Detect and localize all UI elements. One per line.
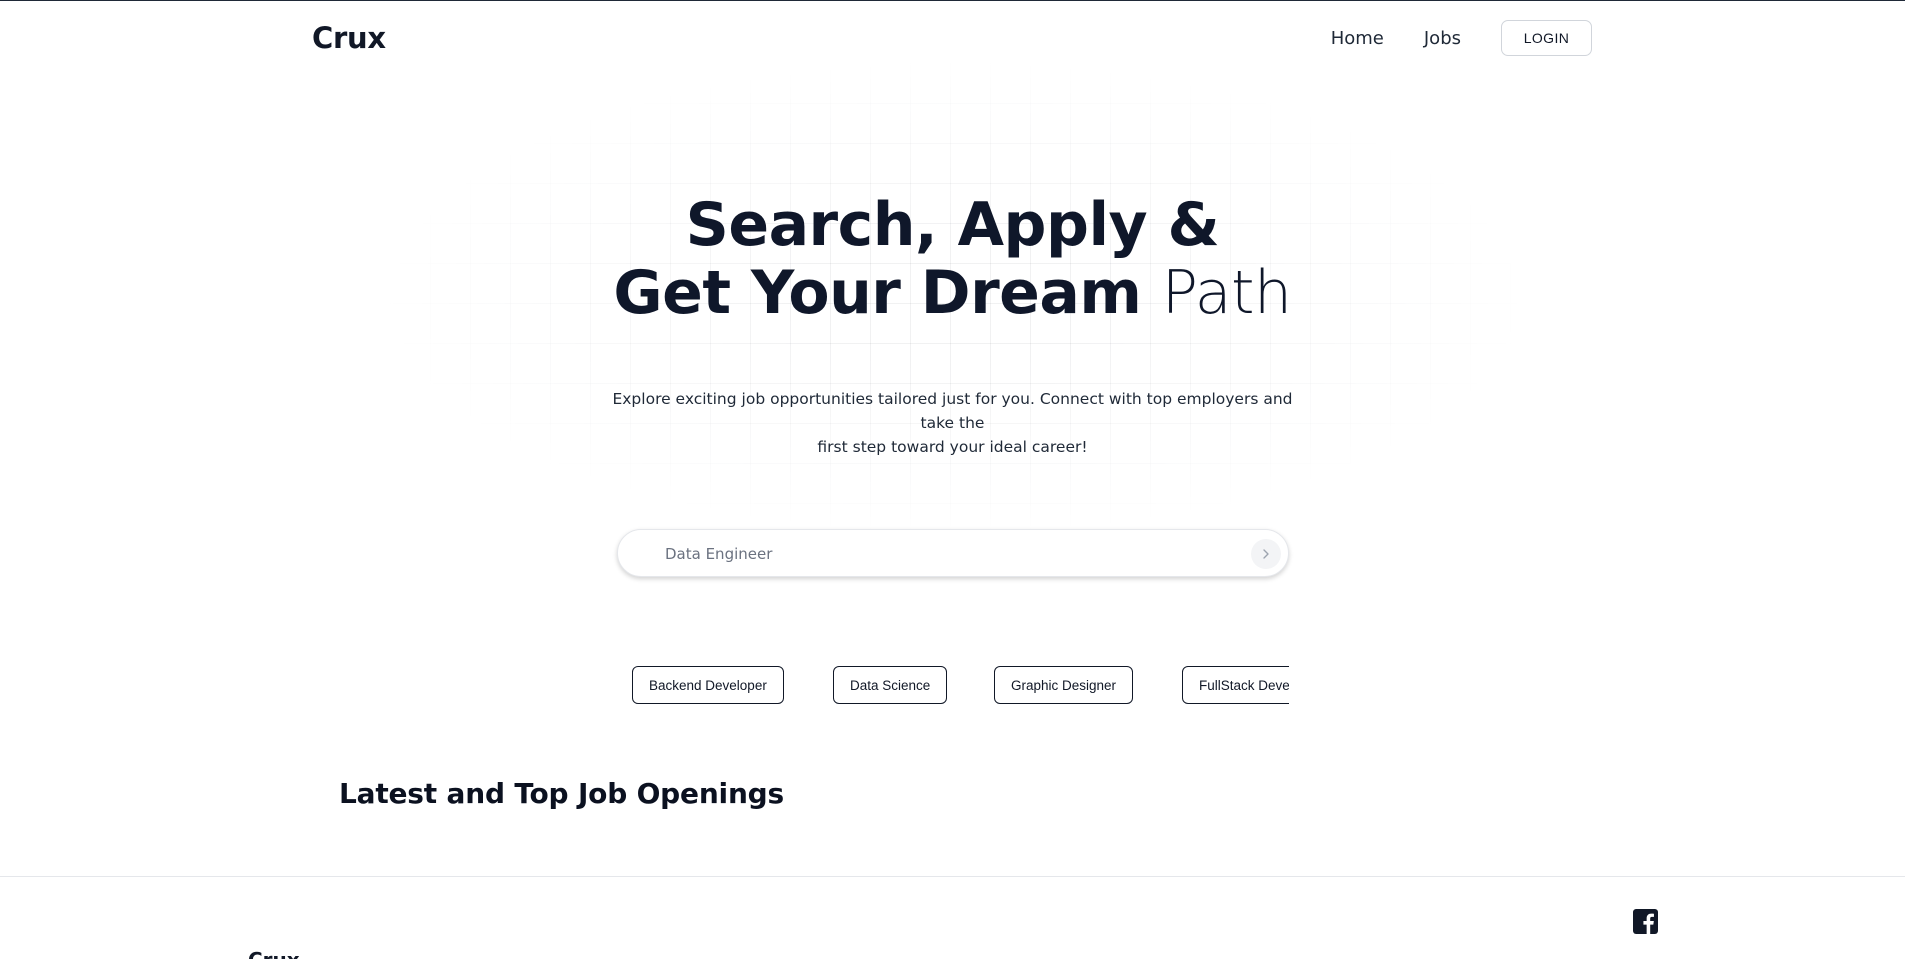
- latest-jobs-heading: Latest and Top Job Openings: [339, 777, 784, 810]
- hero-subtitle-line1: Explore exciting job opportunities tailo…: [612, 390, 1293, 432]
- hero-title-line2-strong: Get Your Dream: [613, 258, 1142, 328]
- nav-links: Home Jobs LOGIN: [1331, 20, 1592, 56]
- footer-logo: Crux: [248, 948, 300, 959]
- chevron-right-icon: [1263, 549, 1269, 559]
- facebook-icon[interactable]: [1633, 909, 1658, 934]
- category-chip-data-science[interactable]: Data Science: [833, 666, 948, 704]
- nav-jobs-link[interactable]: Jobs: [1424, 28, 1461, 49]
- hero-title-line2-light: Path: [1161, 258, 1292, 328]
- hero-title-line1: Search, Apply &: [685, 190, 1220, 260]
- brand-logo[interactable]: Crux: [312, 21, 386, 55]
- nav-home-link[interactable]: Home: [1331, 28, 1384, 49]
- job-search-input[interactable]: [665, 541, 1225, 567]
- footer: Crux: [0, 876, 1905, 959]
- category-chip-graphic-designer[interactable]: Graphic Designer: [994, 666, 1134, 704]
- hero-subtitle: Explore exciting job opportunities tailo…: [600, 387, 1305, 459]
- category-carousel: Backend Developer Data Science Graphic D…: [632, 666, 1289, 706]
- login-button[interactable]: LOGIN: [1501, 20, 1592, 56]
- category-chip-backend-developer[interactable]: Backend Developer: [632, 666, 784, 704]
- hero-title: Search, Apply & Get Your Dream Path: [0, 191, 1905, 327]
- hero-subtitle-line2: first step toward your ideal career!: [817, 438, 1088, 456]
- job-search-bar: [617, 529, 1289, 577]
- search-submit-button[interactable]: [1251, 539, 1281, 569]
- category-chip-fullstack-developer[interactable]: FullStack Developer: [1182, 666, 1289, 704]
